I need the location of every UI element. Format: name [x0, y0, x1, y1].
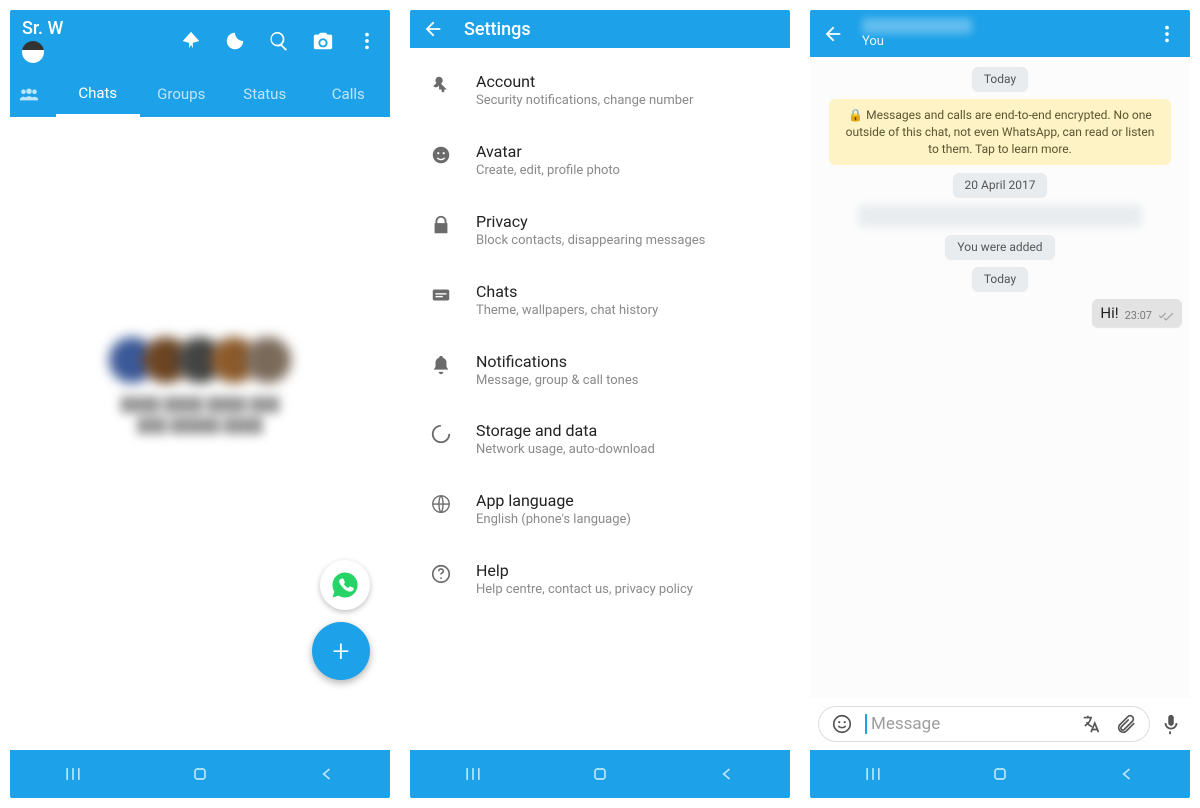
chat-body: Today 🔒 Messages and calls are end-to-en… — [810, 57, 1190, 698]
mic-button[interactable] — [1160, 713, 1182, 735]
help-icon — [430, 563, 452, 585]
delivered-icon — [1158, 310, 1174, 322]
face-icon — [430, 144, 452, 166]
plane-icon[interactable] — [180, 30, 202, 52]
attach-icon[interactable] — [1115, 713, 1137, 735]
settings-item-account[interactable]: AccountSecurity notifications, change nu… — [410, 56, 790, 126]
encryption-notice[interactable]: 🔒 Messages and calls are end-to-end encr… — [829, 99, 1171, 165]
translate-icon[interactable] — [1081, 713, 1103, 735]
chat-title-blurred — [862, 18, 972, 34]
chats-empty: ████ ████ ████ ██████ █████ ████ + — [10, 117, 390, 750]
date-chip: Today — [972, 67, 1028, 91]
settings-item-notifications[interactable]: NotificationsMessage, group & call tones — [410, 336, 790, 406]
back-icon[interactable] — [822, 23, 844, 45]
nav-bar — [810, 750, 1190, 798]
settings-item-help[interactable]: HelpHelp centre, contact us, privacy pol… — [410, 545, 790, 615]
recents-nav-icon[interactable] — [863, 764, 883, 784]
settings-screen: Settings AccountSecurity notifications, … — [410, 10, 790, 798]
top-bar: Settings — [410, 10, 790, 48]
back-nav-icon[interactable] — [317, 764, 337, 784]
avatar[interactable] — [22, 41, 44, 63]
top-bar: Sr. W Chats Groups Status Calls — [10, 10, 390, 117]
settings-item-storage[interactable]: Storage and dataNetwork usage, auto-down… — [410, 405, 790, 475]
recents-nav-icon[interactable] — [63, 764, 83, 784]
recents-nav-icon[interactable] — [463, 764, 483, 784]
globe-icon — [430, 493, 452, 515]
new-chat-fab[interactable]: + — [312, 622, 370, 680]
top-bar: You — [810, 10, 1190, 57]
data-icon — [430, 423, 452, 445]
chat-screen: You Today 🔒 Messages and calls are end-t… — [810, 10, 1190, 798]
chats-screen: Sr. W Chats Groups Status Calls — [10, 10, 390, 798]
settings-item-language[interactable]: App languageEnglish (phone's language) — [410, 475, 790, 545]
home-nav-icon[interactable] — [190, 764, 210, 784]
settings-list: AccountSecurity notifications, change nu… — [410, 48, 790, 750]
settings-item-privacy[interactable]: PrivacyBlock contacts, disappearing mess… — [410, 196, 790, 266]
blurred-text: ████ ████ ████ ██████ █████ ████ — [10, 395, 390, 437]
back-icon[interactable] — [422, 18, 444, 40]
lock-icon — [430, 214, 452, 236]
settings-item-avatar[interactable]: AvatarCreate, edit, profile photo — [410, 126, 790, 196]
back-nav-icon[interactable] — [1117, 764, 1137, 784]
message-input[interactable]: Message — [865, 714, 1069, 734]
home-nav-icon[interactable] — [590, 764, 610, 784]
bell-icon — [430, 354, 452, 376]
emoji-icon[interactable] — [831, 713, 853, 735]
key-icon — [430, 74, 452, 96]
whatsapp-fab[interactable] — [320, 560, 370, 610]
back-nav-icon[interactable] — [717, 764, 737, 784]
tab-groups[interactable]: Groups — [140, 73, 224, 115]
home-nav-icon[interactable] — [990, 764, 1010, 784]
chat-subtitle: You — [862, 34, 1156, 49]
message-out[interactable]: Hi! 23:07 — [1092, 299, 1182, 327]
nav-bar — [410, 750, 790, 798]
message-text: Hi! — [1100, 304, 1118, 322]
message-time: 23:07 — [1125, 309, 1152, 322]
user-name: Sr. W — [22, 18, 172, 39]
input-bar: Message — [810, 698, 1190, 750]
tabs: Chats Groups Status Calls — [10, 71, 390, 117]
tab-community[interactable] — [10, 71, 56, 117]
message-input-box[interactable]: Message — [818, 706, 1150, 742]
nav-bar — [10, 750, 390, 798]
date-chip: 20 April 2017 — [953, 173, 1048, 197]
blurred-message — [858, 205, 1142, 227]
tab-chats[interactable]: Chats — [56, 72, 140, 117]
date-chip: Today — [972, 267, 1028, 291]
chat-icon — [430, 284, 452, 306]
tab-status[interactable]: Status — [223, 73, 307, 115]
settings-item-chats[interactable]: ChatsTheme, wallpapers, chat history — [410, 266, 790, 336]
tab-calls[interactable]: Calls — [307, 73, 391, 115]
page-title: Settings — [464, 19, 531, 40]
more-icon[interactable] — [356, 30, 378, 52]
moon-icon[interactable] — [224, 30, 246, 52]
system-chip: You were added — [945, 235, 1054, 259]
search-icon[interactable] — [268, 30, 290, 52]
blurred-avatars — [10, 337, 390, 383]
more-icon[interactable] — [1156, 23, 1178, 45]
camera-icon[interactable] — [312, 30, 334, 52]
